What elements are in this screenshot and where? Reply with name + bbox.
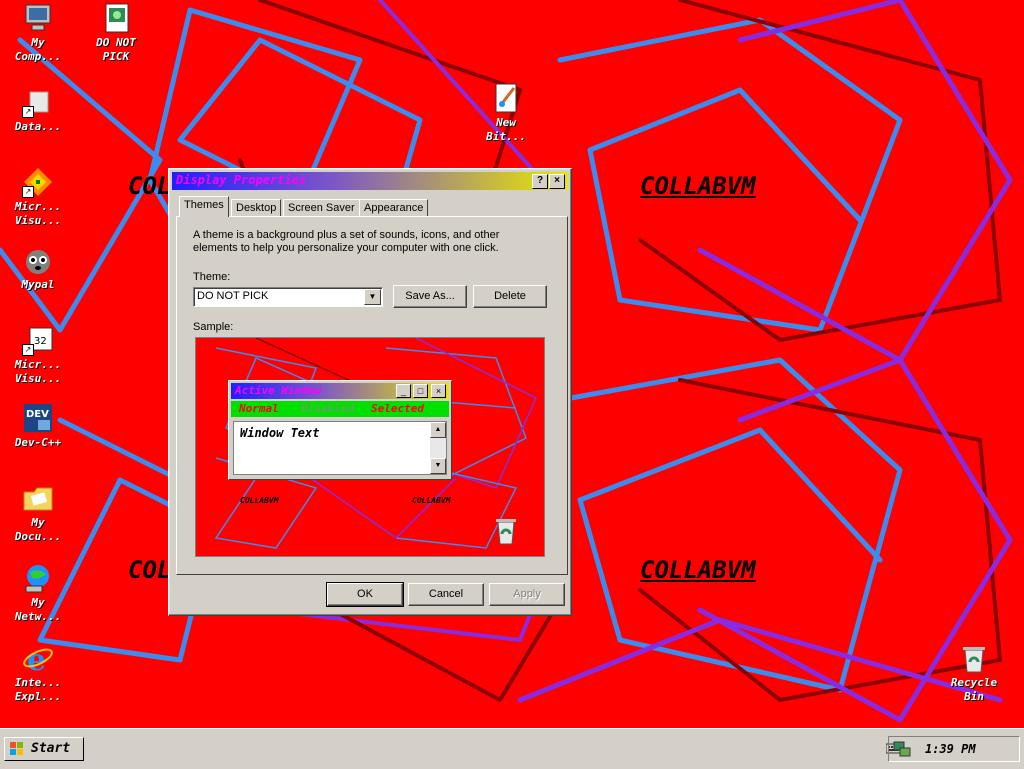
svg-text:DEV: DEV	[26, 409, 49, 420]
dialog-title: Display Properties	[176, 173, 307, 187]
desktop-icon-my-documents[interactable]: My Docu...	[2, 482, 74, 544]
desktop-icon-label: Data...	[14, 120, 62, 133]
visual-studio-icon: ↗	[22, 166, 54, 198]
sample-menu-disabled: Disabled	[301, 402, 354, 415]
desktop-icon-label: Recycle Bin	[950, 676, 998, 703]
chevron-down-icon[interactable]: ▼	[364, 289, 381, 305]
desktop-icon-internet-explorer[interactable]: e Inte... Expl...	[2, 642, 74, 704]
desktop-icon-label: My Comp...	[14, 36, 62, 63]
internet-explorer-icon: e	[22, 642, 54, 678]
network-status-icon[interactable]	[893, 740, 911, 758]
desktop-icon-visual-studio[interactable]: ↗ Micr... Visu...	[2, 166, 74, 228]
svg-text:e: e	[27, 643, 46, 674]
network-icon	[22, 562, 54, 594]
theme-label: Theme:	[193, 271, 231, 283]
close-button[interactable]: ×	[549, 174, 565, 189]
desktop-icon-do-not-pick[interactable]: DO NOT PICK	[80, 2, 152, 64]
computer-icon	[22, 2, 54, 34]
database-shortcut-icon: ↗	[22, 86, 54, 118]
desktop-icon-visual-studio-6[interactable]: 32 ↗ Micr... Visu...	[2, 324, 74, 386]
apply-button[interactable]: Apply	[489, 583, 565, 606]
start-button[interactable]: Start	[4, 737, 84, 761]
wallpaper-label: COLLABVM	[640, 172, 756, 200]
theme-sample-preview: COLLABVM COLLABVM Active Window _ □ × No…	[195, 337, 545, 557]
taskbar: Start 1:39 PM	[0, 728, 1024, 769]
sample-wallpaper-label: COLLABVM	[240, 496, 279, 505]
chevron-down-icon: ▼	[430, 458, 446, 474]
delete-button[interactable]: Delete	[473, 285, 547, 308]
sample-window-titlebar: Active Window _ □ ×	[231, 383, 449, 399]
sample-menu-bar: Normal Disabled Selected	[231, 401, 449, 417]
svg-text:32: 32	[34, 336, 47, 347]
minimize-icon: _	[396, 384, 411, 398]
chevron-up-icon: ▲	[430, 422, 446, 438]
desktop-icon-label: DO NOT PICK	[96, 36, 136, 63]
save-as-button[interactable]: Save As...	[393, 285, 467, 308]
maximize-icon: □	[413, 384, 428, 398]
picture-file-icon	[100, 2, 132, 34]
wallpaper-label: COLLABVM	[640, 556, 756, 584]
themes-description: A theme is a background plus a set of so…	[193, 229, 500, 254]
desktop-icon-data[interactable]: ↗ Data...	[2, 86, 74, 134]
bitmap-file-icon	[490, 82, 522, 114]
desktop-icon-my-network[interactable]: My Netw...	[2, 562, 74, 624]
desktop-icon-label: New Bit...	[486, 116, 526, 143]
windows-logo-icon	[10, 742, 24, 756]
desktop-icon-label: Dev-C++	[14, 436, 62, 449]
sample-scrollbar: ▲ ▼	[430, 422, 446, 474]
themes-tab-panel: A theme is a background plus a set of so…	[176, 216, 568, 575]
clock[interactable]: 1:39 PM	[925, 742, 976, 756]
desktop-icon-label: My Docu...	[14, 516, 62, 543]
desktop-icon-mypal[interactable]: Mypal	[2, 244, 74, 292]
desktop-icon-label: Micr... Visu...	[14, 200, 62, 227]
sample-active-window: Active Window _ □ × Normal Disabled Sele…	[228, 380, 452, 480]
desktop-icon-dev-cpp[interactable]: DEV Dev-C++	[2, 402, 74, 450]
my-documents-icon	[22, 482, 54, 514]
help-button[interactable]: ?	[532, 174, 548, 189]
shortcut-arrow-icon: ↗	[22, 186, 34, 198]
tab-screen-saver[interactable]: Screen Saver	[283, 199, 360, 217]
sample-window-text: Window Text	[240, 426, 320, 440]
sample-menu-selected: Selected	[371, 402, 424, 415]
start-label: Start	[31, 741, 71, 756]
sample-window-title: Active Window	[235, 384, 322, 397]
tab-appearance[interactable]: Appearance	[359, 199, 429, 217]
recycle-bin-icon	[958, 642, 990, 674]
recycle-bin-icon	[492, 516, 520, 546]
dialog-titlebar[interactable]: Display Properties ? ×	[172, 172, 568, 190]
desktop-icon-new-bitmap[interactable]: New Bit...	[470, 82, 542, 144]
desktop-icon-label: Mypal	[21, 278, 55, 291]
sample-menu-normal: Normal	[239, 402, 279, 415]
sample-label: Sample:	[193, 321, 234, 333]
sample-wallpaper-label: COLLABVM	[412, 496, 451, 505]
desktop-icon-label: Inte... Expl...	[14, 676, 62, 703]
theme-select[interactable]: DO NOT PICK ▼	[193, 287, 383, 307]
cancel-button[interactable]: Cancel	[408, 583, 484, 606]
display-properties-dialog: Display Properties ? × Themes Desktop Sc…	[168, 168, 572, 616]
system-tray: 1:39 PM	[888, 736, 1020, 762]
sample-window-client: Window Text ▲ ▼	[233, 421, 447, 475]
shortcut-arrow-icon: ↗	[22, 106, 34, 118]
tab-desktop[interactable]: Desktop	[231, 199, 282, 217]
ok-button[interactable]: OK	[326, 582, 404, 607]
desktop-icon-my-computer[interactable]: My Comp...	[2, 2, 74, 64]
desktop-icon-label: Micr... Visu...	[14, 358, 62, 385]
close-icon: ×	[431, 384, 446, 398]
shortcut-arrow-icon: ↗	[22, 344, 34, 356]
theme-select-value: DO NOT PICK	[197, 290, 269, 302]
tab-themes[interactable]: Themes	[179, 196, 229, 217]
desktop-icon-recycle-bin[interactable]: Recycle Bin	[938, 642, 1010, 704]
desktop-icon-label: My Netw...	[14, 596, 62, 623]
visual-studio-6-icon: 32 ↗	[22, 324, 54, 356]
dev-cpp-icon: DEV	[22, 402, 54, 434]
mypal-browser-icon	[22, 244, 54, 276]
